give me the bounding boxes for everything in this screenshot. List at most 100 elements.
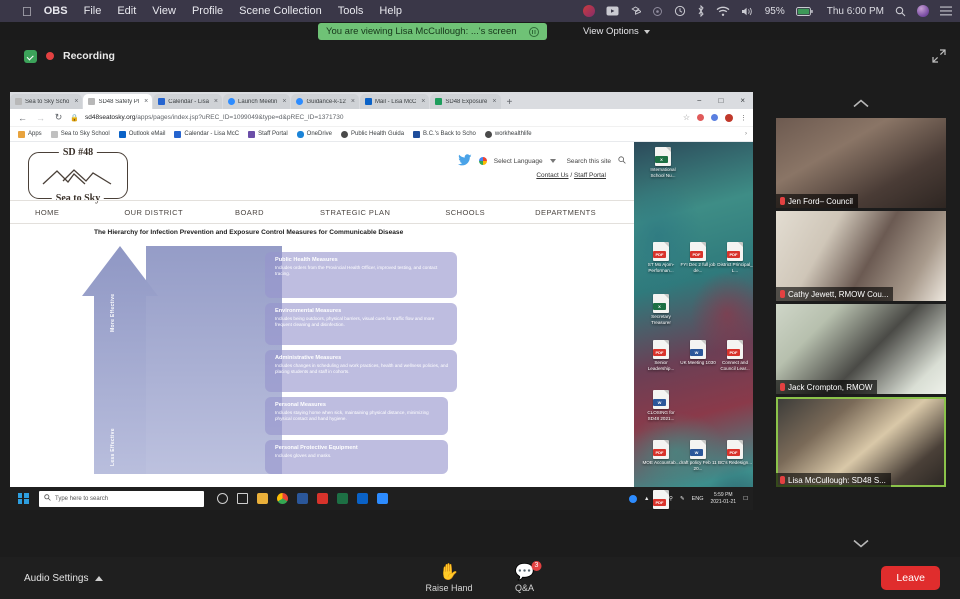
desktop-icon[interactable]: PDF FYI Dec 2 full job de... — [679, 242, 717, 274]
sd48-logo[interactable]: SD #48 Sea to Sky — [28, 147, 128, 204]
select-language-label[interactable]: Select Language — [494, 158, 543, 165]
desktop-icon[interactable]: W UK Meeting 1030 — [679, 340, 717, 366]
screen-share-icon[interactable] — [606, 6, 619, 16]
close-icon[interactable]: × — [144, 98, 148, 105]
desktop-icon[interactable]: X International School Nu... — [644, 147, 682, 179]
menu-item-view[interactable]: View — [152, 5, 176, 17]
audio-settings-button[interactable]: Audio Settings — [24, 573, 103, 584]
menu-item-obs[interactable]: OBS — [44, 5, 68, 17]
leave-button[interactable]: Leave — [881, 566, 940, 590]
close-icon[interactable]: × — [740, 96, 745, 105]
sync-icon[interactable] — [652, 6, 663, 17]
cortana-circle-icon[interactable] — [212, 487, 232, 510]
menu-item-edit[interactable]: Edit — [117, 5, 136, 17]
tray-language[interactable]: ENG — [692, 496, 704, 502]
adobe-acrobat-icon[interactable] — [312, 487, 332, 510]
bookmark-apps[interactable]: Apps — [18, 130, 42, 138]
word-icon[interactable] — [292, 487, 312, 510]
close-icon[interactable]: × — [282, 98, 286, 105]
twitter-bird-icon[interactable] — [457, 154, 472, 168]
forward-arrow-icon[interactable]: → — [35, 113, 46, 123]
desktop-icon[interactable]: W CLOSING for SD48 2021... — [642, 390, 680, 422]
apple-logo-icon[interactable]:  — [22, 5, 32, 18]
contact-us-link[interactable]: Contact Us — [536, 172, 568, 179]
control-center-icon[interactable] — [940, 6, 952, 16]
qa-button[interactable]: 💬 3 Q&A — [515, 560, 542, 593]
close-icon[interactable]: × — [351, 98, 355, 105]
back-arrow-icon[interactable]: ← — [17, 113, 28, 123]
desktop-icon[interactable]: PDF Connect and Council Lear... — [716, 340, 753, 372]
maximize-icon[interactable]: □ — [718, 96, 723, 105]
enter-fullscreen-icon[interactable] — [932, 49, 946, 63]
profile-avatar-icon[interactable] — [725, 113, 733, 122]
site-search-label[interactable]: Search this site — [567, 158, 611, 165]
browser-tab[interactable]: Calendar - Lisa × — [153, 94, 223, 109]
close-icon[interactable]: × — [421, 98, 425, 105]
menu-item-profile[interactable]: Profile — [192, 5, 223, 17]
taskbar-search-input[interactable]: Type here to search — [39, 490, 204, 507]
excel-icon[interactable] — [332, 487, 352, 510]
taskbar-clock[interactable]: 5:59 PM 2021-01-21 — [710, 492, 736, 506]
browser-tab[interactable]: SD48 Exposure × — [430, 94, 501, 109]
bookmark-workhealthlife[interactable]: workhealthlife — [484, 130, 532, 138]
chevron-up-icon[interactable] — [94, 575, 103, 581]
participants-scroll-up-icon[interactable] — [853, 95, 869, 108]
nav-item-home[interactable]: HOME — [35, 208, 59, 217]
windows-start-icon[interactable] — [10, 487, 36, 510]
bookmark-star-icon[interactable]: ☆ — [683, 113, 690, 122]
menu-item-help[interactable]: Help — [379, 5, 402, 17]
minimize-icon[interactable]: − — [697, 96, 702, 105]
participant-tile[interactable]: Jack Crompton, RMOW — [776, 304, 946, 394]
browser-tab[interactable]: Sea to Sky Scho × — [10, 94, 83, 109]
reload-icon[interactable]: ↻ — [53, 112, 64, 123]
google-translate-icon[interactable] — [478, 157, 487, 165]
staff-portal-link[interactable]: Staff Portal — [574, 172, 606, 179]
more-menu-icon[interactable]: ⋮ — [740, 114, 747, 122]
security-shield-icon[interactable] — [24, 49, 37, 63]
pen-icon[interactable]: ✎ — [680, 496, 685, 502]
close-icon[interactable]: × — [214, 98, 218, 105]
menu-item-tools[interactable]: Tools — [338, 5, 364, 17]
action-center-icon[interactable]: ☐ — [743, 496, 748, 502]
desktop-icon[interactable]: PDF BC's Redesign... — [716, 440, 753, 466]
close-icon[interactable]: × — [492, 98, 496, 105]
chrome-icon[interactable] — [272, 487, 292, 510]
participant-tile[interactable]: Jen Ford– Council — [776, 118, 946, 208]
close-icon[interactable]: × — [74, 98, 78, 105]
browser-tab[interactable]: SD48 Safety Pl × — [83, 94, 153, 109]
outlook-icon[interactable] — [352, 487, 372, 510]
battery-icon[interactable] — [795, 6, 813, 16]
nav-item-schools[interactable]: SCHOOLS — [445, 208, 485, 217]
url-text[interactable]: sd48seatosky.org/apps/pages/index.jsp?uR… — [85, 114, 343, 121]
desktop-icon[interactable]: PDF Senior Leadership... — [642, 340, 680, 372]
pause-share-icon[interactable] — [528, 26, 539, 37]
bluetooth-icon[interactable] — [697, 5, 705, 17]
participants-scroll-down-icon[interactable] — [853, 535, 869, 548]
desktop-icon[interactable]: PDF District Principal_ L... — [716, 242, 753, 274]
browser-tab[interactable]: Guidance-k-12 × — [291, 94, 359, 109]
desktop-icon[interactable]: X Secretary Treasurer — [642, 294, 680, 326]
siri-icon[interactable] — [917, 5, 929, 17]
bookmark-onedrive[interactable]: OneDrive — [296, 130, 332, 138]
wifi-icon[interactable] — [716, 6, 730, 17]
desktop-icon[interactable]: PDF ST Mo Ajom- Performan... — [642, 242, 680, 274]
desktop-icon[interactable]: PDF MOE Accountab... — [642, 440, 680, 466]
zoom-record-icon[interactable] — [582, 5, 595, 17]
chevron-down-icon[interactable] — [549, 159, 556, 163]
new-tab-button[interactable]: + — [502, 97, 518, 109]
chevron-right-icon[interactable]: › — [745, 131, 753, 137]
bookmark-staff-portal[interactable]: Staff Portal — [248, 130, 288, 138]
nav-item-strategic-plan[interactable]: STRATEGIC PLAN — [320, 208, 390, 217]
magnifier-icon[interactable] — [618, 156, 626, 166]
bookmark-bc-back-to-school[interactable]: B.C.'s Back to Scho — [413, 130, 476, 138]
browser-tab[interactable]: Launch Meetin × — [223, 94, 291, 109]
participant-tile-active-speaker[interactable]: Lisa McCullough: SD48 S... — [776, 397, 946, 487]
menu-item-scene-collection[interactable]: Scene Collection — [239, 5, 322, 17]
spotlight-search-icon[interactable] — [895, 6, 906, 17]
extension-icon[interactable] — [711, 114, 718, 121]
time-machine-icon[interactable] — [674, 5, 686, 17]
padlock-icon[interactable]: 🔒 — [70, 114, 79, 122]
file-explorer-icon[interactable] — [252, 487, 272, 510]
desktop-icon[interactable]: W draft policy Feb 11 20... — [679, 440, 717, 472]
bookmark-outlook-email[interactable]: Outlook eMail — [118, 130, 165, 138]
